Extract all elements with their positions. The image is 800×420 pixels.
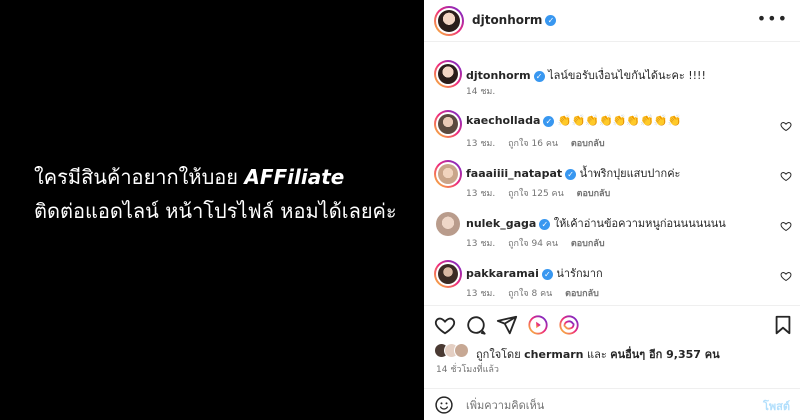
comment-icon[interactable] bbox=[465, 314, 487, 336]
post-side-panel: djtonhorm ✓ ••• djtonhorm ✓ ไลน์ขอรับเงื่อ… bbox=[424, 0, 800, 420]
verified-icon: ✓ bbox=[565, 168, 577, 180]
likes-user[interactable]: chermarn bbox=[524, 348, 583, 361]
reply-button[interactable]: ตอบกลับ bbox=[571, 239, 605, 249]
comment-meta: 13 ชม. ถูกใจ 94 คน ตอบกลับ bbox=[466, 236, 615, 250]
caption-time[interactable]: 14 ชม. bbox=[466, 87, 495, 97]
comment-text: nulek_gaga ✓ ให้เค้าอ่านข้อความหนูก่อนนนน… bbox=[466, 214, 766, 232]
comment-time[interactable]: 13 ชม. bbox=[466, 239, 495, 249]
caption-body: ไลน์ขอรับเงื่อนไขกันได้นะคะ !!!! bbox=[548, 69, 706, 82]
comment-likes[interactable]: ถูกใจ 8 คน bbox=[508, 289, 552, 299]
action-bar bbox=[424, 310, 800, 340]
reply-button[interactable]: ตอบกลับ bbox=[577, 189, 611, 199]
post-media[interactable]: ใครมีสินค้าอยากให้บอย AFFiliate ติดต่อแอ… bbox=[0, 0, 424, 420]
verified-icon: ✓ bbox=[533, 70, 545, 82]
heart-icon[interactable] bbox=[780, 170, 792, 182]
verified-icon: ✓ bbox=[543, 115, 555, 127]
comment-time[interactable]: 13 ชม. bbox=[466, 289, 495, 299]
post-time[interactable]: 14 ชั่วโมงที่แล้ว bbox=[436, 362, 499, 376]
comment-item: faaaiiii_natapat ✓ น้ำพริกปุยแสบปากค่ะ 13… bbox=[424, 158, 800, 208]
media-text-brand: AFFiliate bbox=[244, 165, 345, 189]
reply-button[interactable]: ตอบกลับ bbox=[571, 139, 605, 149]
more-icon[interactable]: ••• bbox=[757, 11, 788, 27]
caption-text: djtonhorm ✓ ไลน์ขอรับเงื่อนไขกันได้นะคะ !… bbox=[466, 66, 766, 84]
comment-meta: 13 ชม. ถูกใจ 125 คน ตอบกลับ bbox=[466, 186, 620, 200]
verified-icon: ✓ bbox=[545, 15, 557, 26]
likes-middle: และ bbox=[587, 348, 607, 361]
commenter-avatar[interactable] bbox=[434, 160, 462, 188]
add-comment-bar: โพสต์ bbox=[424, 388, 800, 420]
comment-text: faaaiiii_natapat ✓ น้ำพริกปุยแสบปากค่ะ bbox=[466, 164, 766, 182]
post-comment-button[interactable]: โพสต์ bbox=[763, 397, 790, 415]
comment-body: น่ารักมาก bbox=[556, 267, 603, 280]
reply-button[interactable]: ตอบกลับ bbox=[565, 289, 599, 299]
comment-username[interactable]: kaechollada bbox=[466, 114, 540, 127]
comment-input[interactable] bbox=[466, 396, 746, 414]
comment-item: kaechollada ✓ 👏👏👏👏👏👏👏👏👏 13 ชม. ถูกใจ 16 ค… bbox=[424, 108, 800, 158]
caption-username[interactable]: djtonhorm bbox=[466, 69, 531, 82]
media-text-line-1: ใครมีสินค้าอยากให้บอย AFFiliate bbox=[34, 160, 397, 194]
liker-avatar bbox=[454, 343, 469, 358]
author-avatar[interactable] bbox=[434, 6, 464, 36]
verified-icon: ✓ bbox=[539, 218, 551, 230]
comment-username[interactable]: pakkaramai bbox=[466, 267, 539, 280]
comment-body: น้ำพริกปุยแสบปากค่ะ bbox=[579, 167, 681, 180]
likes-others[interactable]: คนอื่นๆ อีก 9,357 คน bbox=[610, 348, 719, 361]
heart-icon[interactable] bbox=[434, 314, 456, 336]
comment-item: pakkaramai ✓ น่ารักมาก 13 ชม. ถูกใจ 8 คน … bbox=[424, 258, 800, 308]
comment-likes[interactable]: ถูกใจ 94 คน bbox=[508, 239, 558, 249]
comment-likes[interactable]: ถูกใจ 16 คน bbox=[508, 139, 558, 149]
comment-text: kaechollada ✓ 👏👏👏👏👏👏👏👏👏 bbox=[466, 114, 766, 127]
comment-body: 👏👏👏👏👏👏👏👏👏 bbox=[557, 114, 682, 127]
caption-meta: 14 ชม. bbox=[466, 84, 505, 98]
remix-icon[interactable] bbox=[558, 314, 580, 336]
media-caption-text: ใครมีสินค้าอยากให้บอย AFFiliate ติดต่อแอ… bbox=[34, 160, 397, 228]
heart-icon[interactable] bbox=[780, 220, 792, 232]
caption-avatar[interactable] bbox=[434, 60, 462, 88]
divider bbox=[424, 305, 800, 306]
likes-prefix: ถูกใจโดย bbox=[476, 348, 521, 361]
comment-item: nulek_gaga ✓ ให้เค้าอ่านข้อความหนูก่อนนนน… bbox=[424, 208, 800, 258]
comment-time[interactable]: 13 ชม. bbox=[466, 139, 495, 149]
commenter-avatar[interactable] bbox=[434, 260, 462, 288]
post-header: djtonhorm ✓ ••• bbox=[424, 0, 800, 42]
comment-likes[interactable]: ถูกใจ 125 คน bbox=[508, 189, 564, 199]
share-icon[interactable] bbox=[496, 314, 518, 336]
heart-icon[interactable] bbox=[780, 270, 792, 282]
verified-icon: ✓ bbox=[541, 268, 553, 280]
comment-username[interactable]: nulek_gaga bbox=[466, 217, 536, 230]
comment-meta: 13 ชม. ถูกใจ 16 คน ตอบกลับ bbox=[466, 136, 615, 150]
likes-text: ถูกใจโดย chermarn และ คนอื่นๆ อีก 9,357 … bbox=[476, 345, 720, 363]
bookmark-icon[interactable] bbox=[772, 314, 794, 336]
caption-block: djtonhorm ✓ ไลน์ขอรับเงื่อนไขกันได้นะคะ !… bbox=[424, 58, 800, 108]
comment-body: ให้เค้าอ่านข้อความหนูก่อนนนนนนน bbox=[553, 217, 726, 230]
commenter-avatar[interactable] bbox=[434, 110, 462, 138]
heart-icon[interactable] bbox=[780, 120, 792, 132]
author-username-row[interactable]: djtonhorm ✓ bbox=[472, 13, 557, 27]
comment-text: pakkaramai ✓ น่ารักมาก bbox=[466, 264, 766, 282]
comment-time[interactable]: 13 ชม. bbox=[466, 189, 495, 199]
comment-username[interactable]: faaaiiii_natapat bbox=[466, 167, 562, 180]
comment-meta: 13 ชม. ถูกใจ 8 คน ตอบกลับ bbox=[466, 286, 609, 300]
media-text-line-2: ติดต่อแอดไลน์ หน้าโปรไฟล์ หอมได้เลยค่ะ bbox=[34, 199, 397, 223]
commenter-avatar[interactable] bbox=[436, 212, 460, 236]
reels-icon[interactable] bbox=[527, 314, 549, 336]
emoji-icon[interactable] bbox=[434, 395, 454, 415]
media-text-line-1-main: ใครมีสินค้าอยากให้บอย bbox=[34, 165, 239, 189]
author-username[interactable]: djtonhorm bbox=[472, 13, 542, 27]
